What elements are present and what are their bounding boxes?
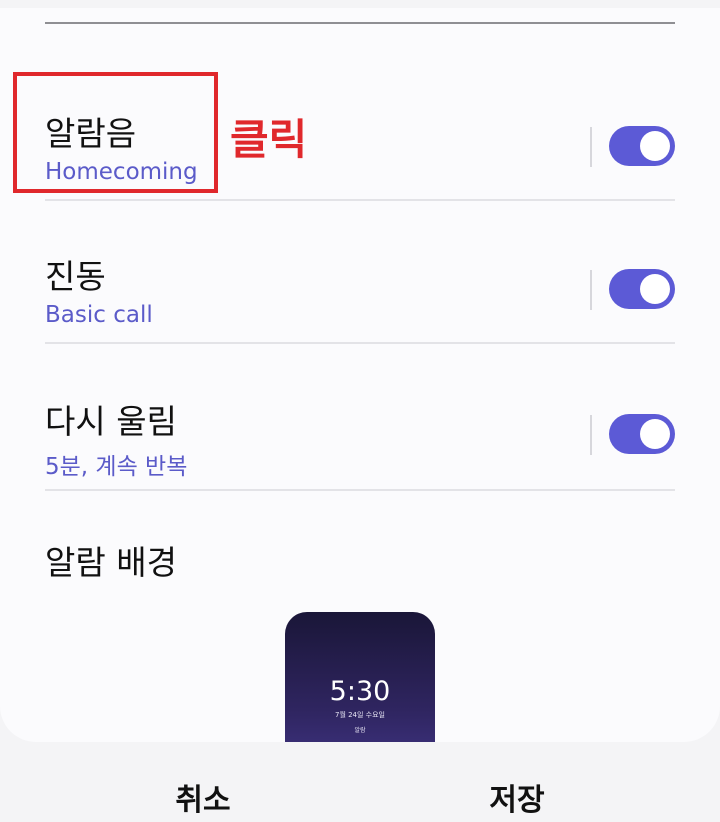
snooze-row[interactable]: 다시 울림 5분, 계속 반복 [45, 377, 675, 520]
snooze-toggle[interactable] [609, 414, 675, 454]
row-divider [45, 199, 675, 201]
alarm-sound-toggle[interactable] [609, 126, 675, 166]
toggle-knob [640, 274, 670, 304]
vibration-title: 진동 [45, 257, 106, 296]
row-divider [45, 342, 675, 344]
preview-label: 알람 [354, 727, 366, 734]
row-separator [590, 415, 592, 455]
save-button[interactable]: 저장 [462, 772, 572, 822]
toggle-knob [640, 419, 670, 449]
alarm-background-title[interactable]: 알람 배경 [45, 536, 177, 584]
vibration-toggle[interactable] [609, 269, 675, 309]
click-annotation: 클릭 [230, 115, 308, 164]
vibration-row[interactable]: 진동 Basic call [45, 232, 675, 375]
cancel-button[interactable]: 취소 [148, 772, 258, 822]
vibration-subtitle: Basic call [45, 302, 153, 328]
toggle-knob [640, 131, 670, 161]
row-separator [590, 270, 592, 310]
row-divider [45, 489, 675, 491]
snooze-subtitle: 5분, 계속 반복 [45, 454, 188, 480]
click-highlight-box [13, 72, 218, 193]
preview-date: 7월 24일 수요일 [334, 711, 385, 719]
preview-time: 5:30 [329, 676, 391, 707]
top-divider [45, 22, 675, 24]
snooze-title: 다시 울림 [45, 402, 177, 441]
alarm-background-preview[interactable]: 5:30 7월 24일 수요일 알람 [285, 612, 435, 742]
row-separator [590, 127, 592, 167]
